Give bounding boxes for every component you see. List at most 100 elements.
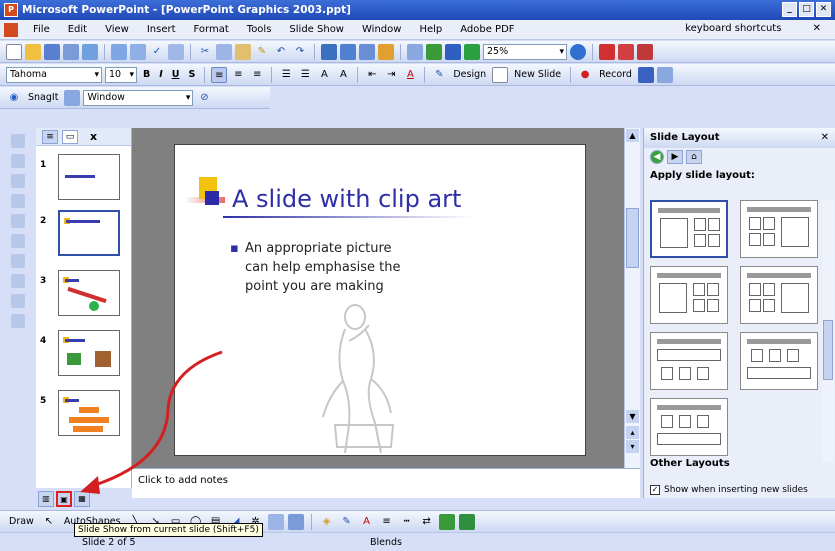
show-when-inserting-checkbox[interactable]: ✓ <box>650 485 660 495</box>
shadow-button[interactable]: S <box>186 69 199 80</box>
menu-file[interactable]: File <box>24 24 59 35</box>
pdf-review-icon[interactable] <box>637 43 653 60</box>
bold-button[interactable]: B <box>140 69 153 80</box>
slide-title[interactable]: A slide with clip art <box>232 185 461 213</box>
slide-sorter-view-button[interactable]: ▦ <box>74 491 90 507</box>
font-color-icon[interactable]: A <box>402 67 418 83</box>
expand-all-icon[interactable] <box>407 43 423 60</box>
outline-tab[interactable]: ≡ <box>42 129 58 144</box>
print-preview-icon[interactable] <box>130 43 146 60</box>
slide-thumbnail-2[interactable]: 2 <box>36 210 132 260</box>
decrease-indent-icon[interactable]: ⇤ <box>364 67 380 83</box>
forward-icon[interactable]: ▶ <box>667 150 683 164</box>
new-icon[interactable] <box>6 43 22 60</box>
insert-chart-icon[interactable] <box>321 43 337 60</box>
italic-button[interactable]: I <box>156 69 166 80</box>
show-formatting-icon[interactable] <box>426 43 442 60</box>
scroll-down-arrow[interactable]: ▼ <box>626 410 639 423</box>
capture-mode-combo[interactable]: Window <box>83 89 194 106</box>
menu-edit[interactable]: Edit <box>59 24 96 35</box>
font-name-combo[interactable]: Tahoma <box>6 66 102 83</box>
maximize-button[interactable]: □ <box>799 2 814 17</box>
record-button[interactable]: Record <box>596 69 635 80</box>
align-left-icon[interactable]: ≡ <box>211 66 228 83</box>
normal-view-button[interactable]: ▥ <box>38 491 54 507</box>
align-center-icon[interactable]: ≡ <box>230 67 246 83</box>
picture-icon[interactable] <box>287 513 304 530</box>
pane-close-button[interactable]: x <box>90 130 97 143</box>
menu-slide-show[interactable]: Slide Show <box>280 24 353 35</box>
fill-color-icon[interactable]: ◈ <box>319 514 335 530</box>
layout-two-content-and-text[interactable] <box>740 266 818 324</box>
font-size-combo[interactable]: 10 <box>105 66 137 83</box>
menu-insert[interactable]: Insert <box>138 24 185 35</box>
scroll-up-arrow[interactable]: ▲ <box>626 129 639 142</box>
expand-icon[interactable] <box>11 234 25 248</box>
pdf-email-icon[interactable] <box>618 43 634 60</box>
summary-slide-icon[interactable] <box>11 294 25 308</box>
slide-thumbnail-3[interactable]: 3 <box>36 270 132 320</box>
menu-view[interactable]: View <box>96 24 138 35</box>
research-icon[interactable] <box>168 43 184 60</box>
document-close-button[interactable]: ✕ <box>813 23 821 34</box>
help-icon[interactable] <box>570 43 586 60</box>
menu-format[interactable]: Format <box>185 24 238 35</box>
decrease-font-icon[interactable]: A <box>335 67 351 83</box>
collapse-all-icon[interactable] <box>11 254 25 268</box>
insert-table-icon[interactable] <box>340 43 356 60</box>
close-button[interactable]: ✕ <box>816 2 831 17</box>
menu-adobe-pdf[interactable]: Adobe PDF <box>451 24 523 35</box>
menu-tools[interactable]: Tools <box>238 24 281 35</box>
slides-tab[interactable]: ▭ <box>62 129 78 144</box>
previous-slide-icon[interactable]: ▴ <box>626 426 639 439</box>
powerpoint-app-icon[interactable]: P <box>4 3 18 17</box>
menu-window[interactable]: Window <box>353 24 410 35</box>
print-icon[interactable] <box>111 43 127 60</box>
line-style-icon[interactable]: ≡ <box>379 514 395 530</box>
bullet-placeholder[interactable]: ▪ An appropriate picture can help emphas… <box>230 239 403 296</box>
slide-thumbnail-1[interactable]: 1 <box>36 154 132 204</box>
grid-icon[interactable] <box>445 43 461 60</box>
slide-editing-area[interactable]: A slide with clip art ▪ An appropriate p… <box>132 128 624 468</box>
slide-thumbnail-5[interactable]: 5 <box>36 390 132 440</box>
move-up-icon[interactable] <box>11 174 25 188</box>
camtasia-icon[interactable] <box>637 66 654 83</box>
clip-art-icon[interactable] <box>267 513 284 530</box>
slide-show-from-current-button[interactable]: ▣ <box>56 491 72 507</box>
format-painter-icon[interactable]: ✎ <box>254 44 270 60</box>
dash-style-icon[interactable]: ┅ <box>399 514 415 530</box>
save-icon[interactable] <box>44 43 60 60</box>
numbering-icon[interactable]: ☰ <box>278 67 294 83</box>
layout-text-over-content[interactable] <box>650 332 728 390</box>
minimize-button[interactable]: _ <box>782 2 797 17</box>
draw-menu-button[interactable]: Draw <box>6 516 37 527</box>
shadow-style-icon[interactable] <box>438 513 455 530</box>
open-icon[interactable] <box>25 43 41 60</box>
permission-icon[interactable] <box>63 43 79 60</box>
notes-pane[interactable]: Click to add notes <box>132 468 640 498</box>
document-icon[interactable] <box>4 22 18 37</box>
type-a-question-box[interactable]: keyboard shortcuts <box>685 23 781 34</box>
zoom-combo[interactable]: 25% <box>483 43 567 60</box>
cut-icon[interactable]: ✂ <box>197 44 213 60</box>
move-down-icon[interactable] <box>11 194 25 208</box>
slide-thumbnail-4[interactable]: 4 <box>36 330 132 380</box>
new-slide-button[interactable]: New Slide <box>511 69 564 80</box>
camtasia-options-icon[interactable] <box>656 66 673 83</box>
back-icon[interactable]: ◀ <box>650 150 664 164</box>
copy-icon[interactable] <box>216 43 232 60</box>
design-button[interactable]: Design <box>450 69 489 80</box>
current-slide[interactable]: A slide with clip art ▪ An appropriate p… <box>174 144 586 456</box>
color-grayscale-icon[interactable] <box>464 43 480 60</box>
drawing-font-color-icon[interactable]: A <box>359 514 375 530</box>
layout-content-and-text[interactable] <box>740 200 818 258</box>
task-pane-scroll-thumb[interactable] <box>823 320 833 380</box>
select-objects-icon[interactable]: ↖ <box>41 514 57 530</box>
pdf-convert-icon[interactable] <box>599 43 615 60</box>
line-color-icon[interactable]: ✎ <box>339 514 355 530</box>
promote-icon[interactable] <box>11 134 25 148</box>
insert-diagram-icon[interactable] <box>378 43 394 60</box>
3d-style-icon[interactable] <box>458 513 475 530</box>
task-pane-title[interactable]: Slide Layout <box>650 132 720 143</box>
layout-text-and-content[interactable] <box>650 200 728 258</box>
